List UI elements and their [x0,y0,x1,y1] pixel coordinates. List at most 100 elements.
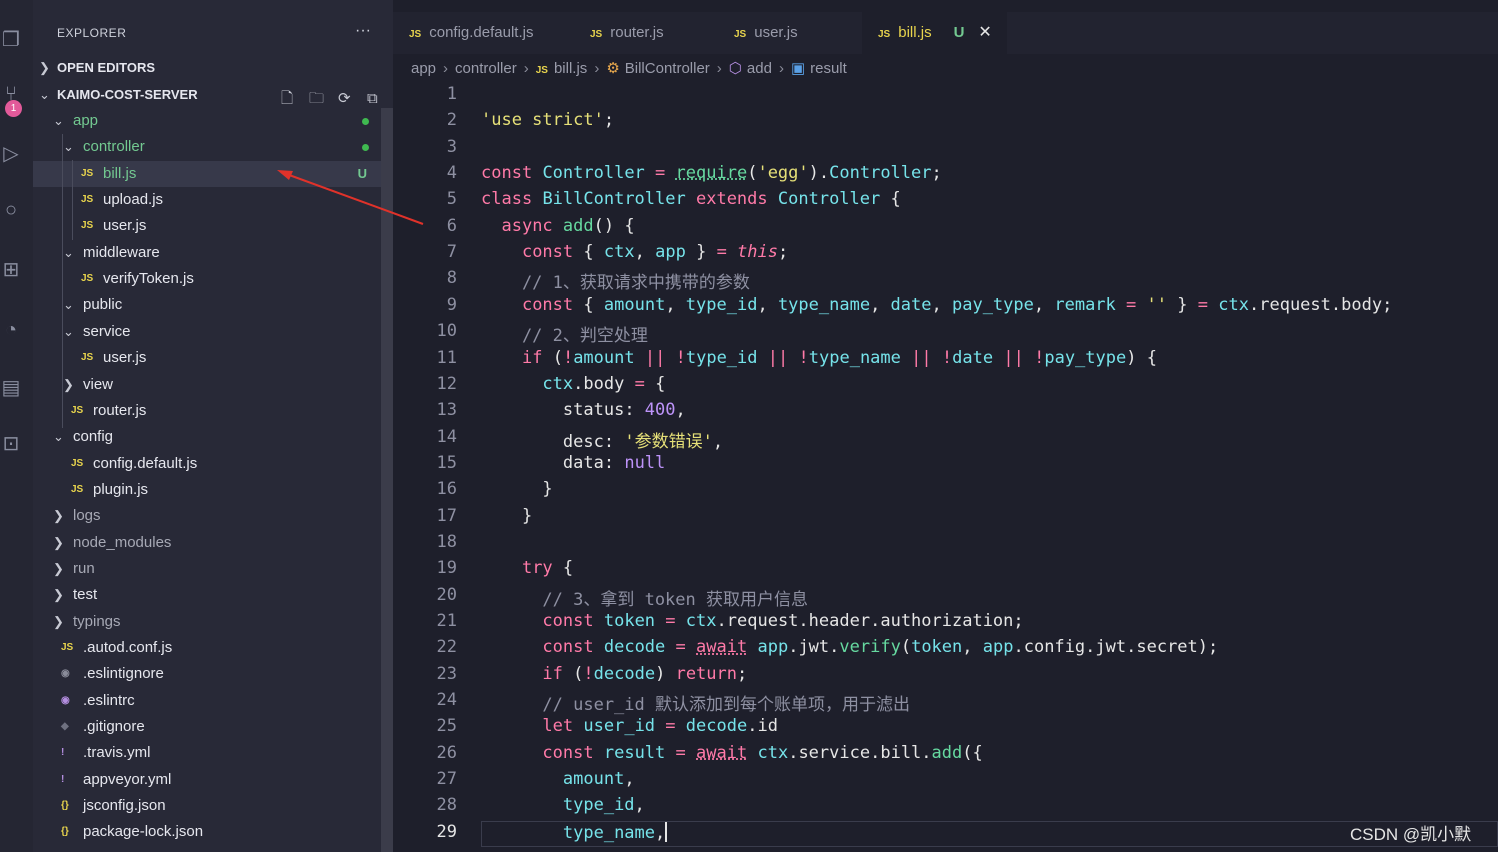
tree-file[interactable]: ◆ .gitignore [33,714,381,740]
tab-bill[interactable]: JS bill.js U ✕ [862,12,1007,54]
chevron-down-icon: ⌄ [63,139,74,155]
js-file-icon: JS [81,220,94,232]
tree-file[interactable]: JS user.js [33,345,381,371]
activity-bar: ❐ ⑂ 1 ▷ ○ ⊞ ◔ ▤ ⊡ [0,0,33,852]
tree-folder[interactable]: ⌄ config [33,424,381,450]
project-section[interactable]: ⌄ KAIMO-COST-SERVER 🗋 🗀 ⟳ ⧉ [33,82,393,108]
tree-file[interactable]: ◉ .eslintrc [33,688,381,714]
js-file-icon: JS [71,483,84,495]
terminal-icon[interactable]: ⊡ [0,432,22,456]
tab-config-default[interactable]: JS config.default.js [409,12,574,54]
untracked-badge: U [953,24,965,41]
tree-folder[interactable]: ❯ logs [33,503,381,529]
js-file-icon: JS [81,352,94,364]
tree-folder[interactable]: ❯ run [33,556,381,582]
tree-item-label: .autod.conf.js [83,639,173,656]
code-line: const result = await ctx.service.bill.ad… [542,742,983,763]
tree-item-label: public [83,296,123,314]
tree-item-label: middleware [83,243,160,261]
tree-item-label: user.js [103,217,147,235]
line-number: 18 [436,531,457,552]
tree-item-label: user.js [103,349,147,367]
line-number: 15 [436,452,457,473]
tree-item-label: jsconfig.json [83,797,166,815]
tab-user[interactable]: JS user.js [734,12,854,54]
chevron-down-icon: ⌄ [53,113,64,128]
breadcrumb-controller[interactable]: controller [455,60,517,77]
tree-folder[interactable]: ⌄ service [33,319,381,345]
tree-file[interactable]: JS .autod.conf.js [33,635,381,661]
tree-folder[interactable]: ❯ typings [33,609,381,635]
more-actions-icon[interactable]: ··· [355,22,371,40]
breadcrumb-variable[interactable]: result [810,60,847,77]
tree-folder[interactable]: ⌄ controller [33,134,381,160]
tab-router[interactable]: JS router.js [590,12,710,54]
line-number: 11 [436,347,457,368]
remote-icon[interactable]: ○ [0,198,22,222]
tree-file[interactable]: ! .travis.yml [33,740,381,766]
breadcrumb-app[interactable]: app [411,60,436,77]
tree-folder[interactable]: ⌄ app [33,108,381,134]
tree-folder[interactable]: ❯ node_modules [33,530,381,556]
line-number: 2 [446,110,457,131]
tree-file[interactable]: ◉ .eslintignore [33,661,381,687]
modified-dot [362,118,369,125]
tree-folder[interactable]: ⌄ middleware [33,240,381,266]
code-line: const { ctx, app } = this; [521,242,789,263]
json-file-icon: {} [61,800,69,812]
code-line: // user_id 默认添加到每个账单项，用于滤出 [481,695,910,716]
tree-file[interactable]: JS plugin.js [33,477,381,503]
tree-file[interactable]: JS config.default.js [33,451,381,477]
run-debug-icon[interactable]: ▷ [0,142,22,166]
breadcrumb-file[interactable]: bill.js [554,60,587,77]
tree-folder[interactable]: ⌄ public [33,292,381,318]
breadcrumb-method[interactable]: add [747,60,772,77]
extensions-icon[interactable]: ⊞ [0,258,22,282]
code-line: if (!amount || !type_id || !type_name ||… [521,347,1157,368]
code-line: const { amount, type_id, type_name, date… [521,294,1393,315]
line-number: 29 [436,821,457,842]
line-number: 12 [436,373,457,394]
tree-item-label: .travis.yml [83,744,151,762]
files-icon[interactable]: ❐ [0,28,22,52]
chevron-right-icon: ❯ [39,60,50,75]
code-line: try { [521,558,574,579]
tree-folder[interactable]: ❯ test [33,582,381,608]
docker-icon[interactable]: ▤ [0,376,22,400]
explorer-sidebar: EXPLORER ··· ❯ OPEN EDITORS ⌄ KAIMO-COST… [33,0,424,852]
tree-file[interactable]: JS verifyToken.js [33,266,381,292]
line-number: 9 [446,294,457,315]
js-file-icon: JS [81,194,94,206]
tree-item-label: upload.js [103,191,164,209]
tree-file[interactable]: {} jsconfig.json [33,793,381,819]
tree-item-label: node_modules [73,533,172,551]
tree-file[interactable]: ! appveyor.yml [33,767,381,793]
project-label: KAIMO-COST-SERVER [57,87,198,102]
line-number: 25 [436,716,457,737]
tree-item-label: service [83,322,131,340]
breadcrumb-class[interactable]: BillController [625,60,710,77]
code-line: // 2、判空处理 [481,326,648,347]
line-number: 21 [436,611,457,631]
code-line: } [521,505,533,526]
tree-file[interactable]: {} package-lock.json [33,819,381,845]
timeline-icon[interactable]: ◔ [0,318,22,342]
code-line: ctx.body = { [542,373,666,394]
code-line: async add() { [501,215,635,236]
chevron-right-icon: ❯ [53,508,64,524]
line-number: 10 [436,321,457,342]
close-icon[interactable]: ✕ [978,24,991,41]
tree-item-label: controller [83,138,145,156]
variable-icon: ▣ [790,60,806,77]
line-number: 26 [436,742,457,763]
tree-item-label: .eslintignore [83,665,164,683]
js-file-icon: JS [81,273,94,285]
code-editor[interactable]: 1 2'use strict'; 3 4 const Controller = requ… [393,82,1498,852]
code-line: class BillController extends Controller … [481,189,901,210]
chevron-right-icon: ❯ [53,534,64,550]
tree-file[interactable]: JS router.js [33,398,381,424]
code-line: amount, [562,769,635,790]
open-editors-section[interactable]: ❯ OPEN EDITORS [33,55,393,81]
tree-item-label: app [73,112,99,129]
tree-folder[interactable]: ❯ view [33,372,381,398]
